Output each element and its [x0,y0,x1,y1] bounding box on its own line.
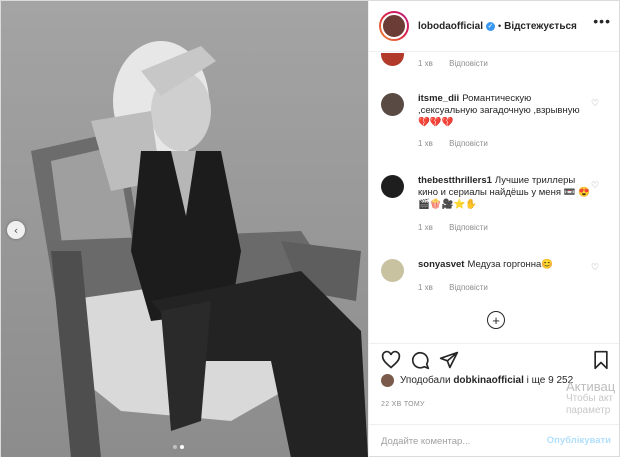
comment-like-heart-icon[interactable]: ♡ [591,99,601,109]
author-avatar-ring[interactable] [379,11,409,41]
action-bar [369,343,619,373]
comments-list[interactable]: 1 хв Відповісти itsme_dii Романтическую ,… [369,53,619,342]
post-timestamp: 22 ХВ ТОМУ [381,401,425,408]
reply-button[interactable]: Відповісти [449,283,488,292]
verified-badge-icon: ✓ [486,21,495,31]
reply-button[interactable]: Відповісти [449,139,488,148]
comment-icon[interactable] [410,350,430,370]
load-more-comments-icon[interactable]: + [487,311,505,329]
comment-username[interactable]: itsme_dii [418,93,459,104]
commenter-avatar[interactable] [381,93,404,116]
post-photo[interactable]: ‹ [1,1,368,457]
commenter-avatar[interactable] [381,175,404,198]
post-container: ‹ lobodaofficial ✓ • Відстежується ••• 1… [0,0,620,457]
carousel-dot [173,445,177,449]
comment-time: 1 хв [418,283,433,292]
comment-time: 1 хв [418,139,433,148]
heart-icon[interactable] [381,350,401,370]
more-options-icon[interactable]: ••• [593,13,611,29]
comment-item: 1 хв Відповісти [381,53,601,73]
comment-item: itsme_dii Романтическую ,сексуальную зага… [381,93,601,153]
commenter-avatar[interactable] [381,259,404,282]
carousel-indicator [173,445,184,449]
comment-time: 1 хв [418,223,433,232]
bookmark-icon[interactable] [591,350,611,370]
activation-line1: Активац [566,379,616,394]
commenter-avatar[interactable] [381,53,404,66]
header-separator: • [498,21,502,31]
reply-button[interactable]: Відповісти [449,59,488,68]
follow-status-button[interactable]: Відстежується [504,21,577,32]
post-header: lobodaofficial ✓ • Відстежується ••• [369,1,619,52]
comment-like-heart-icon[interactable]: ♡ [591,181,601,191]
likes-summary[interactable]: Уподобали dobkinaofficial і ще 9 252 [381,374,573,387]
comment-time: 1 хв [418,59,433,68]
activation-line3: параметр [566,405,611,416]
photo-image [1,1,368,457]
windows-activation-watermark: Активац Чтобы акт параметр [566,379,616,417]
author-username[interactable]: lobodaofficial [418,21,483,32]
carousel-dot-active [180,445,184,449]
comment-composer: Опублікувати [369,424,619,457]
comment-text: Медуза горгонна😊 [467,259,554,270]
reply-button[interactable]: Відповісти [449,223,488,232]
comment-like-heart-icon[interactable]: ♡ [591,263,601,273]
publish-button[interactable]: Опублікувати [547,435,611,446]
send-icon[interactable] [439,350,459,370]
liker-username[interactable]: dobkinaofficial [453,375,524,386]
activation-line2: Чтобы акт [566,393,614,404]
comment-item: sonyasvet Медуза горгонна😊 1 хв Відповіст… [381,259,601,299]
author-avatar[interactable] [381,13,407,39]
chevron-left-icon: ‹ [13,223,19,237]
prev-photo-button[interactable]: ‹ [7,221,25,239]
likes-prefix: Уподобали [400,375,451,386]
comment-item: thebestthrillers1 Лучшие триллеры кино и … [381,175,601,235]
liker-avatar [381,374,394,387]
comment-username[interactable]: sonyasvet [418,259,464,270]
comment-input[interactable] [381,436,541,447]
post-sidebar: lobodaofficial ✓ • Відстежується ••• 1 х… [368,1,619,457]
comment-username[interactable]: thebestthrillers1 [418,175,492,186]
